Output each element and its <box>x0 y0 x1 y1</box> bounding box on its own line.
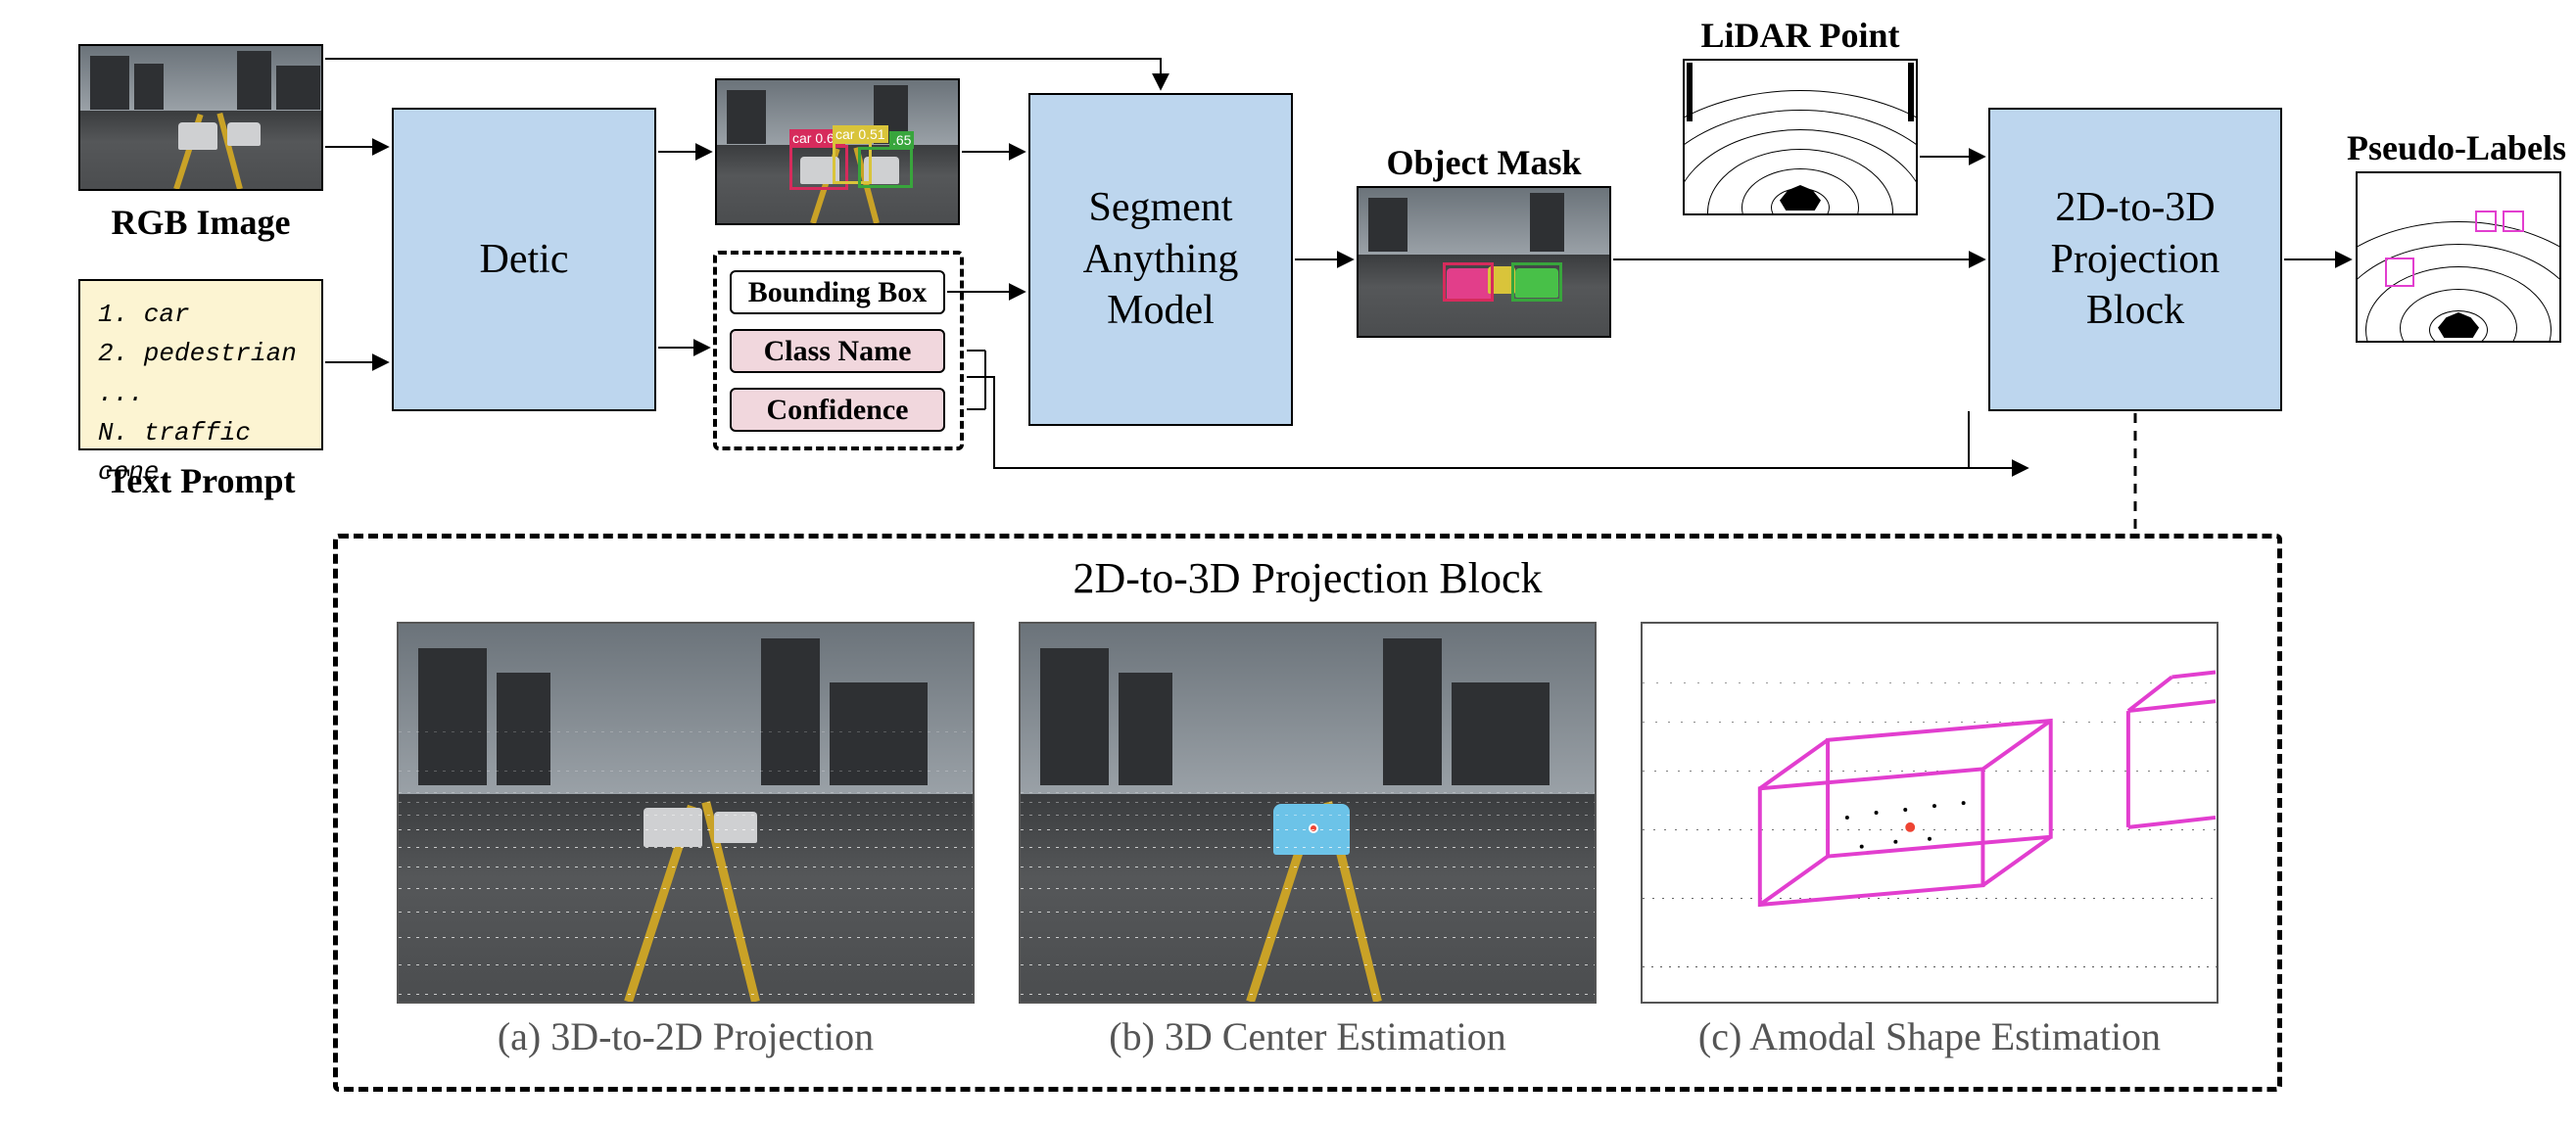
subpanel-c-caption: (c) Amodal Shape Estimation <box>1641 1013 2218 1059</box>
subpanel-b-image <box>1019 622 1597 1004</box>
subpanel-a-caption: (a) 3D-to-2D Projection <box>397 1013 975 1059</box>
subpanel-c-image <box>1641 622 2218 1004</box>
subpanel-a-image <box>397 622 975 1004</box>
subpanel-title: 2D-to-3D Projection Block <box>333 553 2282 603</box>
subpanel-b-caption: (b) 3D Center Estimation <box>1019 1013 1597 1059</box>
